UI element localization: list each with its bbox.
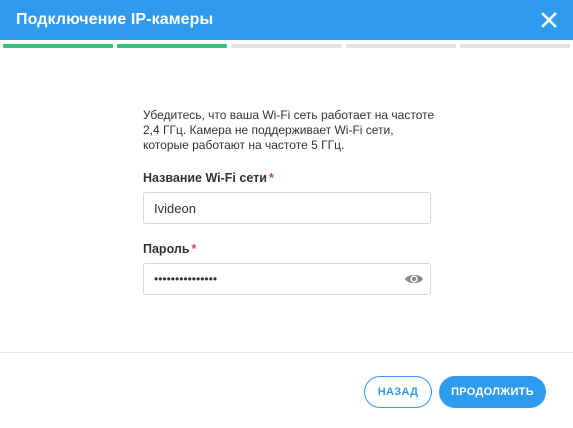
progress-step [345,44,456,48]
close-icon [541,12,557,28]
footer-divider [0,352,573,353]
info-text: Убедитесь, что ваша Wi-Fi сеть работает … [143,108,435,152]
back-button[interactable]: НАЗАД [364,376,432,408]
progress-step [3,44,114,48]
required-mark: * [191,242,197,256]
password-input[interactable] [144,264,430,294]
wifi-name-label: Название Wi-Fi сети * [143,171,431,185]
progress-step [117,44,228,48]
continue-button[interactable]: ПРОДОЛЖИТЬ [439,376,546,408]
wifi-name-field [143,192,431,224]
show-password-button[interactable] [404,271,424,287]
password-field [143,263,431,295]
progress-step [459,44,571,48]
dialog-header: Подключение IP-камеры [0,0,573,40]
eye-icon [405,274,423,284]
wifi-name-input[interactable] [144,193,430,223]
progress-step [231,44,342,48]
wifi-name-label-text: Название Wi-Fi сети [143,171,267,185]
close-button[interactable] [539,10,559,30]
required-mark: * [268,171,274,185]
wifi-form: Убедитесь, что ваша Wi-Fi сеть работает … [143,108,434,295]
dialog-title: Подключение IP-камеры [16,11,214,28]
password-label: Пароль * [143,242,431,256]
step-progress [3,44,571,48]
password-label-text: Пароль [143,242,190,256]
